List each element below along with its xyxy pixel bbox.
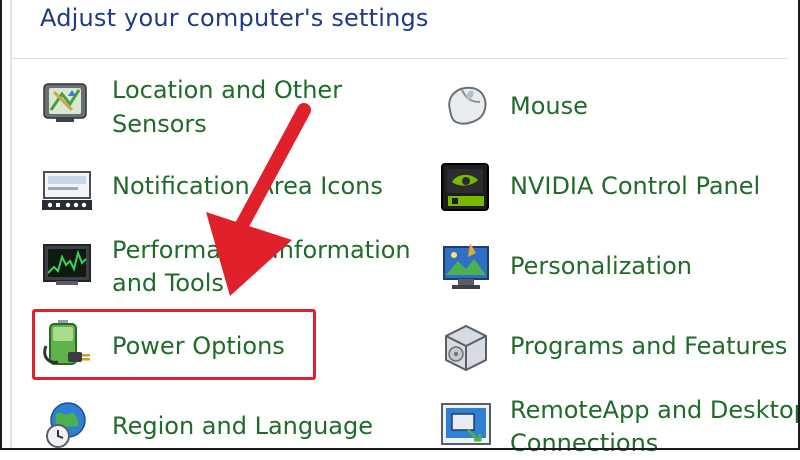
annotation-arrow-icon (206, 103, 311, 296)
gps-device-icon (42, 80, 88, 124)
item-label-line2: Sensors (112, 110, 207, 138)
window-edge (0, 0, 2, 450)
page-title: Adjust your computer's settings (40, 4, 429, 32)
item-label: RemoteApp and Desktop (510, 396, 800, 424)
monitor-paint-icon (440, 241, 492, 291)
nvidia-icon (440, 162, 492, 212)
item-label: Region and Language (112, 412, 374, 440)
window-border (0, 0, 800, 450)
item-label-line2: Connections (510, 429, 659, 457)
window-edge-inner (10, 0, 12, 450)
item-label: Programs and Features (510, 332, 788, 360)
item-label: Personalization (510, 252, 692, 280)
mouse-icon (440, 80, 492, 130)
performance-monitor-icon (42, 243, 92, 287)
notification-area-icon (42, 168, 92, 212)
globe-clock-icon (42, 400, 92, 450)
item-label: NVIDIA Control Panel (510, 172, 761, 200)
highlight-box (32, 309, 316, 380)
item-label: Mouse (510, 92, 588, 120)
header-divider (12, 58, 788, 59)
remote-desktop-icon (440, 400, 492, 450)
programs-box-icon (440, 322, 492, 372)
